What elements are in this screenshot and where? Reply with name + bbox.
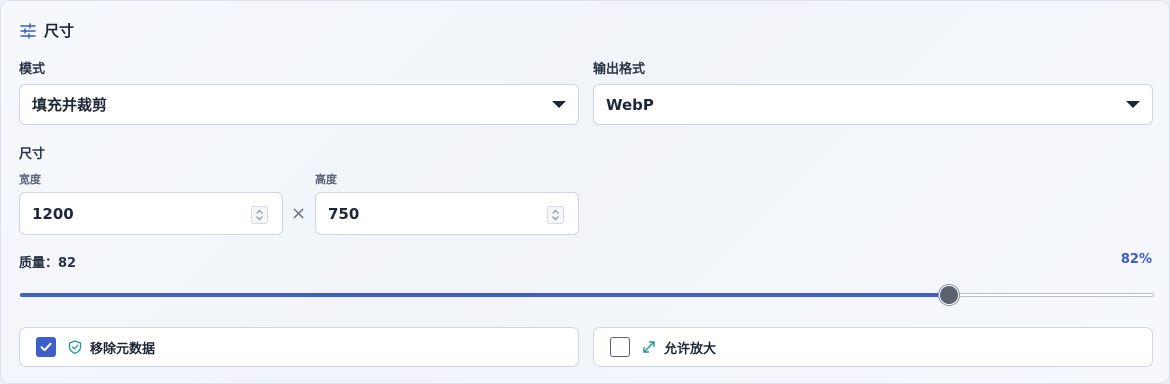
stepper-icon[interactable] (251, 206, 268, 224)
allow-upscale-checkbox[interactable] (610, 337, 630, 357)
height-value: 750 (328, 204, 360, 223)
mode-label: 模式 (19, 62, 46, 77)
mode-select-value: 填充并裁剪 (32, 96, 108, 114)
width-value: 1200 (32, 204, 74, 223)
strip-metadata-checkbox[interactable] (36, 337, 56, 357)
mode-select[interactable]: 填充并裁剪 (19, 84, 579, 125)
quality-percent: 82% (1120, 252, 1152, 267)
chevron-down-icon (1126, 101, 1140, 108)
expand-arrows-icon (642, 340, 656, 354)
output-format-select[interactable]: WebP (593, 84, 1153, 125)
shield-check-icon (68, 340, 82, 354)
output-format-value: WebP (606, 95, 654, 114)
size-settings-panel: 尺寸 模式 填充并裁剪 输出格式 WebP 尺寸 宽度 1200 × 高度 75… (0, 0, 1170, 384)
stepper-icon[interactable] (547, 206, 564, 224)
sliders-icon (20, 22, 36, 39)
dimensions-label: 尺寸 (19, 147, 46, 162)
quality-slider-thumb[interactable] (939, 285, 960, 305)
section-title: 尺寸 (44, 22, 75, 40)
output-format-label: 输出格式 (593, 62, 646, 77)
section-header: 尺寸 (20, 20, 74, 41)
times-symbol: × (291, 203, 307, 224)
strip-metadata-option[interactable]: 移除元数据 (19, 327, 579, 367)
strip-metadata-label: 移除元数据 (90, 341, 156, 357)
allow-upscale-label: 允许放大 (664, 341, 717, 357)
width-label: 宽度 (19, 173, 41, 186)
quality-label: 质量：82 (19, 256, 77, 271)
height-label: 高度 (315, 173, 337, 186)
height-input[interactable]: 750 (315, 192, 579, 235)
chevron-down-icon (552, 101, 566, 108)
allow-upscale-option[interactable]: 允许放大 (593, 327, 1153, 367)
width-input[interactable]: 1200 (19, 192, 283, 235)
quality-slider-fill (20, 293, 950, 297)
